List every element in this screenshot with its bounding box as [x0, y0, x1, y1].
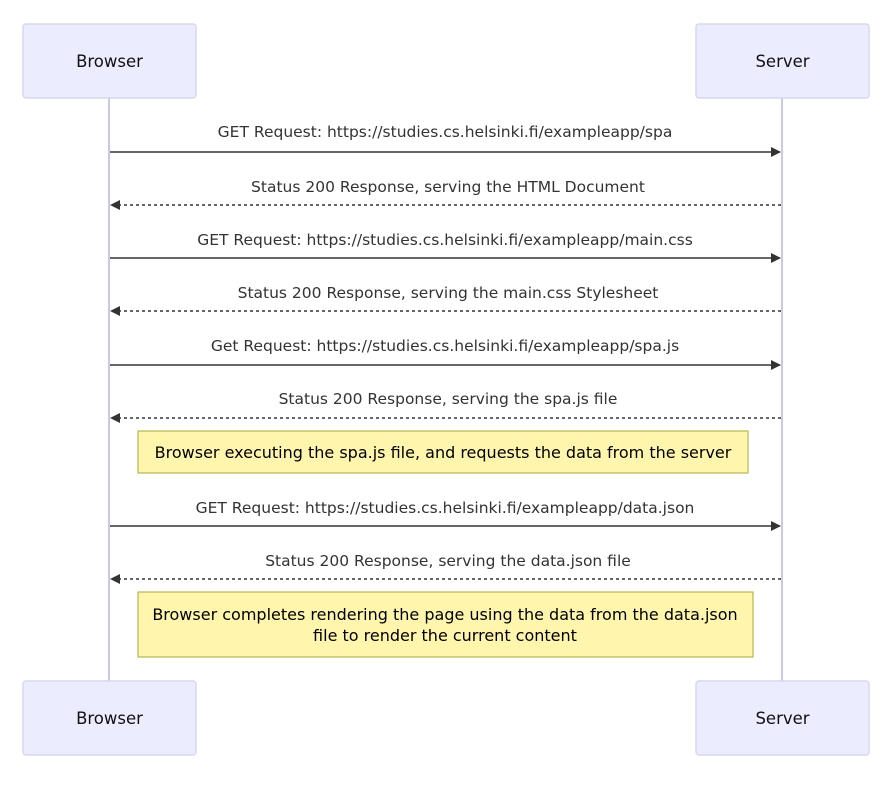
note-text: Browser executing the spa.js file, and r…	[155, 443, 732, 462]
message-label: GET Request: https://studies.cs.helsinki…	[218, 123, 673, 141]
message-label: Status 200 Response, serving the data.js…	[265, 552, 631, 570]
message-label: Status 200 Response, serving the main.cs…	[238, 284, 659, 302]
server-actor-bottom-label: Server	[755, 709, 809, 728]
server-actor-bottom: Server	[695, 680, 870, 756]
note-text-line-1: Browser completes rendering the page usi…	[152, 605, 737, 624]
note-box: Browser executing the spa.js file, and r…	[137, 430, 749, 474]
note-text-line-2: file to render the current content	[313, 626, 577, 645]
message-label: Status 200 Response, serving the HTML Do…	[251, 178, 645, 196]
server-actor-top: Server	[695, 23, 870, 99]
note-box: Browser completes rendering the page usi…	[137, 591, 754, 658]
sequence-diagram-svg: Browser Server GET Request: https://stud…	[22, 23, 870, 756]
message-label: Get Request: https://studies.cs.helsinki…	[211, 337, 679, 355]
browser-actor-bottom-label: Browser	[76, 709, 143, 728]
browser-actor-top: Browser	[22, 23, 197, 99]
message-label: GET Request: https://studies.cs.helsinki…	[197, 231, 693, 249]
browser-actor-bottom: Browser	[22, 680, 197, 756]
browser-actor-top-label: Browser	[76, 52, 143, 71]
message-label: GET Request: https://studies.cs.helsinki…	[196, 499, 695, 517]
message-label: Status 200 Response, serving the spa.js …	[279, 390, 618, 408]
sequence-diagram: Browser Server GET Request: https://stud…	[0, 0, 891, 791]
server-actor-top-label: Server	[755, 52, 809, 71]
